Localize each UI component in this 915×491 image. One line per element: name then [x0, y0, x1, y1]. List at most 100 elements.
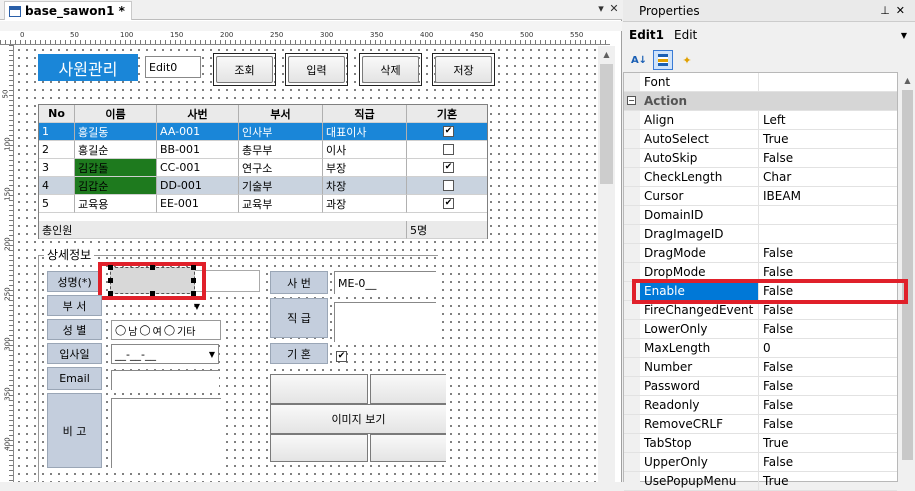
- property-row[interactable]: UpperOnly False: [624, 453, 897, 472]
- document-tab[interactable]: base_sawon1 *: [4, 1, 132, 20]
- edit0-field[interactable]: Edit0: [145, 56, 201, 78]
- cell-dept: 총무부: [239, 141, 323, 159]
- resize-handle[interactable]: [108, 291, 113, 296]
- events-icon[interactable]: ✦: [677, 50, 697, 70]
- close-panel-icon[interactable]: ✕: [896, 4, 905, 17]
- property-row[interactable]: DomainID: [624, 206, 897, 225]
- tab-list-dropdown-icon[interactable]: ▾: [594, 2, 608, 16]
- resize-handle[interactable]: [150, 265, 155, 270]
- property-row[interactable]: TabStop True: [624, 434, 897, 453]
- rank-field[interactable]: [334, 302, 436, 342]
- pin-icon[interactable]: ⊥: [880, 4, 890, 17]
- category-row-action[interactable]: − Action: [624, 92, 897, 111]
- property-row[interactable]: Password False: [624, 377, 897, 396]
- save-button[interactable]: 저장: [435, 56, 492, 83]
- property-value[interactable]: True: [760, 472, 896, 490]
- grid-header-id[interactable]: 사번: [157, 105, 239, 123]
- gender-radio-group[interactable]: ◯ 남 ◯ 여 ◯ 기타: [111, 320, 221, 340]
- property-value[interactable]: False: [760, 377, 896, 395]
- dept-dropdown-arrow-icon[interactable]: ▼: [190, 302, 204, 312]
- cell-no: 2: [39, 141, 75, 159]
- emp-no-field[interactable]: ME-0__: [334, 271, 436, 294]
- radio-other[interactable]: ◯: [164, 325, 175, 336]
- grid-header-rank[interactable]: 직급: [323, 105, 407, 123]
- property-value[interactable]: True: [760, 434, 896, 452]
- property-value[interactable]: 0: [760, 339, 896, 357]
- property-row[interactable]: Readonly False: [624, 396, 897, 415]
- radio-female[interactable]: ◯: [139, 325, 150, 336]
- resize-handle[interactable]: [191, 291, 196, 296]
- employee-grid[interactable]: No 이름 사번 부서 직급 기혼 1 홍길동 AA-001 인사부 대표이사 …: [38, 104, 488, 239]
- table-row[interactable]: 1 홍길동 AA-001 인사부 대표이사 ✔: [39, 123, 487, 141]
- property-value[interactable]: [760, 73, 896, 91]
- property-row[interactable]: DragImageID: [624, 225, 897, 244]
- designer-scroll-thumb[interactable]: [600, 64, 613, 184]
- property-value[interactable]: False: [760, 396, 896, 414]
- property-value[interactable]: False: [760, 453, 896, 471]
- property-value[interactable]: [760, 206, 896, 224]
- properties-scroll-up-icon[interactable]: ▲: [900, 72, 915, 89]
- resize-handle[interactable]: [191, 278, 196, 283]
- grid-header-married[interactable]: 기혼: [407, 105, 487, 123]
- collapse-icon[interactable]: −: [627, 96, 636, 105]
- properties-scroll-thumb[interactable]: [902, 90, 913, 460]
- image-view-button[interactable]: 이미지 보기: [270, 404, 446, 434]
- grid-header-name[interactable]: 이름: [75, 105, 157, 123]
- property-value[interactable]: False: [760, 244, 896, 262]
- resize-handle[interactable]: [191, 265, 196, 270]
- property-row[interactable]: MaxLength 0: [624, 339, 897, 358]
- married-checkbox-detail[interactable]: ✔: [336, 351, 347, 362]
- property-row[interactable]: DragMode False: [624, 244, 897, 263]
- property-row[interactable]: Cursor IBEAM: [624, 187, 897, 206]
- property-value[interactable]: False: [760, 149, 896, 167]
- selected-control-edit1[interactable]: [108, 265, 196, 296]
- radio-male[interactable]: ◯: [115, 325, 126, 336]
- property-row[interactable]: RemoveCRLF False: [624, 415, 897, 434]
- resize-handle[interactable]: [150, 291, 155, 296]
- married-checkbox[interactable]: ✔: [443, 198, 454, 209]
- property-row[interactable]: LowerOnly False: [624, 320, 897, 339]
- grid-header-no[interactable]: No: [39, 105, 75, 123]
- categorized-view-icon[interactable]: [653, 50, 673, 70]
- table-row[interactable]: 3 김갑돌 CC-001 연구소 부장 ✔: [39, 159, 487, 177]
- ruler-tick-label: 300: [320, 31, 334, 39]
- property-value[interactable]: False: [760, 320, 896, 338]
- hire-date-field[interactable]: __-__-__ ▼: [111, 344, 219, 364]
- scroll-up-arrow-icon[interactable]: ▲: [598, 46, 615, 63]
- property-value[interactable]: False: [760, 358, 896, 376]
- resize-handle[interactable]: [108, 278, 113, 283]
- property-value[interactable]: True: [760, 130, 896, 148]
- sort-alphabetical-icon[interactable]: A↓: [629, 50, 649, 70]
- input-button[interactable]: 입력: [288, 56, 345, 83]
- property-value[interactable]: Char: [760, 168, 896, 186]
- object-selector[interactable]: Edit1 Edit ▼: [623, 24, 915, 46]
- married-checkbox[interactable]: [443, 144, 454, 155]
- married-checkbox[interactable]: ✔: [443, 162, 454, 173]
- email-field[interactable]: [111, 370, 219, 390]
- property-row[interactable]: CheckLength Char: [624, 168, 897, 187]
- table-row[interactable]: 4 김갑순 DD-001 기술부 차장: [39, 177, 487, 195]
- row-gutter: [624, 415, 640, 433]
- search-button[interactable]: 조회: [216, 56, 273, 83]
- property-row[interactable]: AutoSelect True: [624, 130, 897, 149]
- close-tab-icon[interactable]: ✕: [607, 2, 621, 16]
- delete-button[interactable]: 삭제: [362, 56, 419, 83]
- property-value[interactable]: IBEAM: [760, 187, 896, 205]
- resize-handle[interactable]: [108, 265, 113, 270]
- table-row[interactable]: 2 홍길순 BB-001 총무부 이사: [39, 141, 487, 159]
- property-row[interactable]: Number False: [624, 358, 897, 377]
- object-dropdown-icon[interactable]: ▼: [901, 31, 907, 40]
- married-checkbox[interactable]: ✔: [443, 126, 454, 137]
- property-value[interactable]: Left: [760, 111, 896, 129]
- property-value[interactable]: False: [760, 415, 896, 433]
- grid-header-dept[interactable]: 부서: [239, 105, 323, 123]
- table-row[interactable]: 5 교육용 EE-001 교육부 과장 ✔: [39, 195, 487, 213]
- married-checkbox[interactable]: [443, 180, 454, 191]
- property-row[interactable]: AutoSkip False: [624, 149, 897, 168]
- property-grid[interactable]: Font − Action Align Left AutoSelect True AutoSk…: [623, 72, 898, 491]
- property-value[interactable]: [760, 225, 896, 243]
- calendar-dropdown-icon[interactable]: ▼: [209, 350, 215, 359]
- property-row[interactable]: Font: [624, 73, 897, 92]
- property-row[interactable]: Align Left: [624, 111, 897, 130]
- note-textarea[interactable]: [111, 398, 221, 468]
